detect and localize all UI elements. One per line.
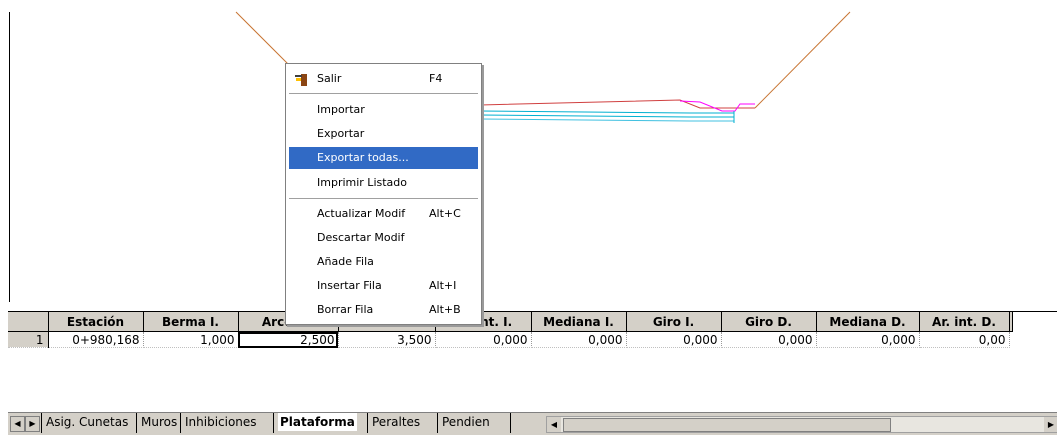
menu-item-insertar-fila[interactable]: Insertar Fila Alt+I xyxy=(289,275,478,297)
tab-divider xyxy=(136,413,137,433)
menu-item-label: Borrar Fila xyxy=(317,303,374,316)
menu-item-salir[interactable]: Salir F4 xyxy=(289,68,478,90)
menu-item-imprimir-listado[interactable]: Imprimir Listado xyxy=(289,172,478,194)
tab-scroll-right-icon[interactable]: ▶ xyxy=(25,416,40,432)
cross-section-drawing xyxy=(235,11,851,123)
col-header-ar-int-d[interactable]: Ar. int. D. xyxy=(919,312,1010,332)
cross-section-canvas[interactable] xyxy=(0,0,1057,305)
tab-scroll-left-icon[interactable]: ◀ xyxy=(10,416,25,432)
menu-item-label: Exportar xyxy=(317,127,365,140)
tab-plataforma[interactable]: Plataforma xyxy=(278,413,357,431)
plataforma-table: Estación Berma I. Arcén I. Calzada I. Ar… xyxy=(8,312,1013,348)
exit-door-icon xyxy=(295,74,307,86)
data-grid[interactable]: Estación Berma I. Arcén I. Calzada I. Ar… xyxy=(8,311,1057,408)
platform-layer-red xyxy=(479,99,755,109)
col-header-estacion[interactable]: Estación xyxy=(48,312,144,332)
menu-item-shortcut: Alt+C xyxy=(429,207,461,220)
col-header-mediana-d[interactable]: Mediana D. xyxy=(816,312,920,332)
cell-estacion[interactable]: 0+980,168 xyxy=(48,331,144,348)
menu-separator xyxy=(289,93,478,94)
menu-item-label: Exportar todas... xyxy=(317,151,409,164)
col-header-mediana-i[interactable]: Mediana I. xyxy=(531,312,627,332)
cell-mediana-d[interactable]: 0,000 xyxy=(816,331,920,348)
platform-layer-magenta xyxy=(679,100,755,112)
tab-pendientes[interactable]: Pendien xyxy=(442,413,508,431)
menu-item-exportar-todas[interactable]: Exportar todas... xyxy=(289,147,478,169)
scrollbar-thumb[interactable] xyxy=(563,418,891,432)
scroll-left-icon[interactable]: ◀ xyxy=(547,417,561,432)
cell-giro-i[interactable]: 0,000 xyxy=(626,331,722,348)
tab-inhibiciones[interactable]: Inhibiciones xyxy=(185,413,257,431)
menu-item-shortcut: F4 xyxy=(429,72,443,85)
platform-layer-cyan-1 xyxy=(479,110,734,114)
cell-overflow xyxy=(1009,332,1013,348)
tab-divider xyxy=(367,413,368,433)
platform-layer-cyan-3 xyxy=(479,118,734,122)
menu-item-descartar-modif[interactable]: Descartar Modif xyxy=(289,227,478,249)
sheet-tab-bar: ◀ ▶ Asig. Cunetas Muros Inhibiciones Pla… xyxy=(8,412,1057,435)
menu-item-label: Actualizar Modif xyxy=(317,207,406,220)
platform-layer-cyan-2 xyxy=(479,114,734,118)
header-row: Estación Berma I. Arcén I. Calzada I. Ar… xyxy=(8,312,1013,332)
cell-calzada-i[interactable]: 3,500 xyxy=(338,331,436,348)
menu-item-label: Insertar Fila xyxy=(317,279,382,292)
row-number[interactable]: 1 xyxy=(8,331,49,348)
tab-divider xyxy=(273,413,274,433)
tab-divider xyxy=(180,413,181,433)
cell-mediana-i[interactable]: 0,000 xyxy=(531,331,627,348)
menu-item-label: Descartar Modif xyxy=(317,231,405,244)
cell-giro-d[interactable]: 0,000 xyxy=(721,331,817,348)
tab-divider xyxy=(41,413,42,433)
menu-item-borrar-fila[interactable]: Borrar Fila Alt+B xyxy=(289,299,478,321)
tab-asig-cunetas[interactable]: Asig. Cunetas xyxy=(46,413,128,431)
col-header-berma-i[interactable]: Berma I. xyxy=(143,312,239,332)
menu-separator xyxy=(289,198,478,199)
menu-item-label: Importar xyxy=(317,103,365,116)
col-header-giro-d[interactable]: Giro D. xyxy=(721,312,817,332)
horizontal-scrollbar[interactable]: ◀ ▶ xyxy=(546,416,1057,433)
menu-item-exportar[interactable]: Exportar xyxy=(289,123,478,145)
cell-ar-int-i[interactable]: 0,000 xyxy=(435,331,532,348)
menu-item-label: Añade Fila xyxy=(317,255,374,268)
menu-item-anade-fila[interactable]: Añade Fila xyxy=(289,251,478,273)
menu-item-shortcut: Alt+B xyxy=(429,303,461,316)
cell-arcen-i[interactable]: 2,500 xyxy=(238,331,339,348)
menu-item-label: Salir xyxy=(317,72,342,85)
scroll-right-icon[interactable]: ▶ xyxy=(1044,417,1057,432)
menu-item-importar[interactable]: Importar xyxy=(289,99,478,121)
table-row[interactable]: 1 0+980,168 1,000 2,500 3,500 0,000 0,00… xyxy=(8,331,1013,348)
tab-muros[interactable]: Muros xyxy=(141,413,177,431)
row-header-corner xyxy=(8,312,49,332)
tab-divider xyxy=(437,413,438,433)
menu-item-shortcut: Alt+I xyxy=(429,279,457,292)
canvas-border-line xyxy=(9,12,10,302)
cell-ar-int-d[interactable]: 0,00 xyxy=(919,331,1010,348)
menu-item-label: Imprimir Listado xyxy=(317,176,407,189)
col-header-overflow xyxy=(1009,312,1013,332)
terrain-line-right xyxy=(754,11,851,109)
tab-divider xyxy=(510,413,511,433)
menu-item-actualizar-modif[interactable]: Actualizar Modif Alt+C xyxy=(289,203,478,225)
tab-peraltes[interactable]: Peraltes xyxy=(372,413,420,431)
col-header-giro-i[interactable]: Giro I. xyxy=(626,312,722,332)
context-menu: Salir F4 Importar Exportar Exportar toda… xyxy=(285,63,482,325)
cell-berma-i[interactable]: 1,000 xyxy=(143,331,239,348)
